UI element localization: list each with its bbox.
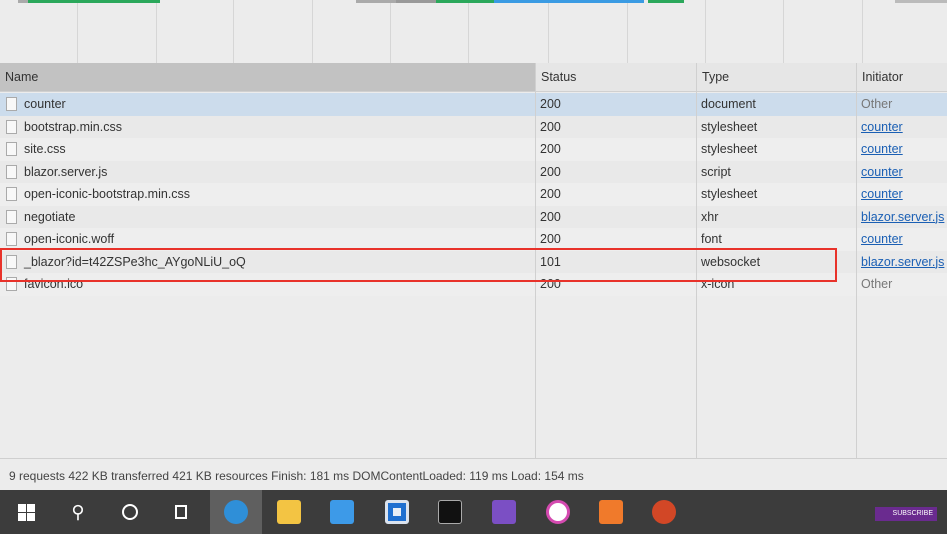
folder-icon — [277, 500, 301, 524]
request-row[interactable]: counter 200 document Other — [0, 93, 947, 116]
request-type: document — [701, 97, 756, 111]
column-name[interactable]: Name — [0, 63, 535, 91]
request-row[interactable]: blazor.server.js 200 script counter — [0, 160, 947, 183]
request-initiator: Other — [861, 277, 893, 291]
taskbar-app-magnifier[interactable] — [316, 490, 368, 534]
request-initiator[interactable]: blazor.server.js — [861, 210, 944, 224]
request-initiator[interactable]: counter — [861, 187, 903, 201]
requests-table-header: Name Status Type Initiator — [0, 63, 947, 92]
request-initiator[interactable]: counter — [861, 142, 903, 156]
request-name: bootstrap.min.css — [24, 119, 122, 134]
request-name: negotiate — [24, 209, 76, 224]
request-initiator: Other — [861, 97, 893, 111]
column-status[interactable]: Status — [535, 63, 696, 91]
cortana-circle-icon — [122, 504, 138, 520]
taskbar-app-visual-studio[interactable] — [478, 490, 530, 534]
request-row[interactable]: open-iconic-bootstrap.min.css 200 styles… — [0, 183, 947, 206]
request-initiator[interactable]: counter — [861, 232, 903, 246]
request-type: xhr — [701, 209, 719, 224]
taskbar-app-window[interactable] — [371, 490, 423, 534]
taskbar-app-file-explorer[interactable] — [263, 490, 315, 534]
request-status: 200 — [540, 187, 561, 201]
request-name: site.css — [24, 142, 66, 156]
request-status: 200 — [540, 209, 561, 224]
request-type: stylesheet — [701, 119, 758, 134]
request-type: stylesheet — [701, 142, 758, 156]
start-button[interactable] — [0, 490, 52, 534]
taskbar-app-paint[interactable] — [585, 490, 637, 534]
request-name: blazor.server.js — [24, 164, 108, 179]
subscribe-badge: SUBSCRIBE — [874, 507, 937, 521]
request-initiator[interactable]: blazor.server.js — [861, 255, 944, 269]
cortana-button[interactable] — [104, 490, 156, 534]
request-row[interactable]: negotiate 200 xhr blazor.server.js — [0, 205, 947, 228]
network-summary-bar: 9 requests 422 KB transferred 421 KB res… — [0, 458, 947, 490]
request-type: stylesheet — [701, 187, 758, 201]
powerpoint-icon — [652, 500, 676, 524]
paint-icon — [599, 500, 623, 524]
itunes-icon — [546, 500, 570, 524]
task-view-button[interactable] — [155, 490, 207, 534]
request-name: counter — [24, 97, 66, 111]
taskbar-app-dev-browser[interactable] — [210, 490, 262, 534]
windows-taskbar: ⚲ SUBSCRIBE — [0, 490, 947, 534]
request-initiator[interactable]: counter — [861, 165, 903, 179]
column-type[interactable]: Type — [696, 63, 856, 91]
windows-logo-icon — [17, 503, 35, 521]
dev-browser-icon — [224, 500, 248, 524]
request-type: script — [701, 164, 731, 179]
request-row[interactable]: bootstrap.min.css 200 stylesheet counter — [0, 115, 947, 138]
taskbar-app-powerpoint[interactable] — [638, 490, 690, 534]
request-status: 200 — [540, 142, 561, 156]
highlight-annotation-box — [0, 248, 837, 282]
request-row[interactable]: site.css 200 stylesheet counter — [0, 138, 947, 161]
terminal-icon — [438, 500, 462, 524]
request-initiator[interactable]: counter — [861, 120, 903, 134]
magnifier-icon — [330, 500, 354, 524]
request-status: 200 — [540, 164, 561, 179]
request-status: 200 — [540, 97, 561, 111]
taskbar-app-terminal[interactable] — [424, 490, 476, 534]
taskbar-app-itunes[interactable] — [532, 490, 584, 534]
search-icon: ⚲ — [71, 501, 85, 522]
visual-studio-icon — [492, 500, 516, 524]
request-status: 200 — [540, 119, 561, 134]
column-initiator[interactable]: Initiator — [856, 63, 947, 91]
request-name: open-iconic-bootstrap.min.css — [24, 187, 191, 201]
task-view-icon — [175, 505, 187, 519]
network-overview-timeline[interactable] — [0, 0, 947, 63]
search-button[interactable]: ⚲ — [52, 490, 104, 534]
app-window-icon — [385, 500, 409, 524]
